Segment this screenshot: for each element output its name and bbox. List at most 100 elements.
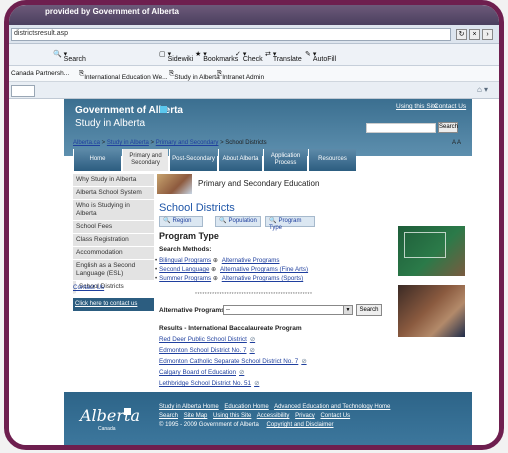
footer-row-2: Search Site Map Using this Site Accessib… xyxy=(159,413,354,419)
footer-row-3: © 1995 - 2009 Government of Alberta Copy… xyxy=(159,422,338,428)
tab-primary-secondary[interactable]: Primary and Secondary xyxy=(122,149,168,171)
result-link[interactable]: Lethbridge School District No. 51 ⊘ xyxy=(159,380,259,387)
alberta-logo: Alberta xyxy=(80,406,140,425)
page-title: School Districts xyxy=(159,202,235,214)
crumb-primary[interactable]: Primary and Secondary xyxy=(156,140,219,146)
students-group-photo xyxy=(398,285,465,337)
sidebar-item-school-system[interactable]: Alberta School System xyxy=(73,187,154,200)
site-footer: Alberta Canada Study in Alberta Home Edu… xyxy=(64,392,472,445)
methods-label: Search Methods: xyxy=(159,246,212,253)
footer-link[interactable]: Using this Site xyxy=(213,413,251,419)
toolbar-autofill[interactable]: ✎ AutoFill ▾ xyxy=(305,50,336,63)
sidebar-item-class-registration[interactable]: Class Registration xyxy=(73,234,154,247)
tab-application[interactable]: Application Process xyxy=(263,149,307,171)
footer-row-1: Study in Alberta Home Education Home Adv… xyxy=(159,404,394,410)
section-title: Program Type xyxy=(159,231,219,241)
fav-international[interactable]: ⎘ International Education We... xyxy=(79,70,168,81)
toolbar-check[interactable]: ✓ Check ▾ xyxy=(235,50,263,63)
crumb-study[interactable]: Study in Alberta xyxy=(107,140,149,146)
filter-region-button[interactable]: 🔍 Region xyxy=(159,216,203,227)
using-site-link[interactable]: Using this Site xyxy=(396,103,438,110)
magnifier-icon: 🔍 xyxy=(163,218,171,224)
sidebar-contact-link[interactable]: Contact Us xyxy=(73,284,104,291)
method-link[interactable]: Second Language xyxy=(159,266,209,273)
text-size-control[interactable]: A A xyxy=(452,140,461,146)
logo-square-icon xyxy=(160,106,167,113)
browser-window: provided by Government of Alberta distri… xyxy=(4,0,504,450)
footer-link[interactable]: Search xyxy=(159,413,178,419)
tab-resources[interactable]: Resources xyxy=(308,149,356,171)
method-link[interactable]: Bilingual Programs xyxy=(159,257,211,264)
sidebar-item-school-fees[interactable]: School Fees xyxy=(73,221,154,234)
favorites-bar: Canada Partnersh... ⎘ International Educ… xyxy=(9,66,499,82)
footer-link[interactable]: Accessibility xyxy=(257,413,290,419)
sidebar: Why Study in Alberta Alberta School Syst… xyxy=(73,174,154,294)
results-title: Results - International Baccalaureate Pr… xyxy=(159,325,302,332)
external-link-icon: ⊘ xyxy=(239,369,245,376)
sidebar-item-why-study[interactable]: Why Study in Alberta xyxy=(73,174,154,187)
alt-programs-label: Alternative Programs: xyxy=(159,307,227,314)
fav-canada[interactable]: Canada Partnersh... xyxy=(11,70,69,77)
site-search-input[interactable] xyxy=(366,123,436,133)
site-header: Government of Alberta Study in Alberta U… xyxy=(64,99,472,156)
copyright-text: © 1995 - 2009 Government of Alberta xyxy=(159,422,259,428)
toolbar-translate[interactable]: ⇄ Translate ▾ xyxy=(265,50,302,63)
refresh-icon[interactable]: ↻ xyxy=(456,29,467,40)
contact-us-button[interactable]: Click here to contact us xyxy=(73,298,154,311)
chevron-down-icon: ▼ xyxy=(343,306,352,314)
footer-link[interactable]: Privacy xyxy=(295,413,315,419)
toolbar-sidewiki[interactable]: ▢ Sidewiki ▾ xyxy=(159,50,193,63)
filter-program-type-button[interactable]: 🔍 Program Type xyxy=(265,216,315,231)
footer-link[interactable]: Advanced Education and Technology Home xyxy=(274,404,390,410)
footer-link[interactable]: Education Home xyxy=(224,404,268,410)
result-link[interactable]: Edmonton Catholic Separate School Distri… xyxy=(159,358,307,365)
classroom-photo xyxy=(398,226,465,276)
fav-intranet[interactable]: ⎘ Intranet Admin xyxy=(217,70,264,81)
fav-study[interactable]: ⎘ Study in Alberta xyxy=(169,70,220,81)
contact-link[interactable]: Contact Us xyxy=(434,103,466,110)
go-icon[interactable]: › xyxy=(482,29,493,40)
method-alt-link[interactable]: Alternative Programs (Sports) xyxy=(222,275,304,282)
toolbar-search[interactable]: 🔍 Search ▾ xyxy=(53,50,86,63)
crumb-alberta[interactable]: Alberta.ca xyxy=(73,140,100,146)
toolbar-bookmarks[interactable]: ★ Bookmarks ▾ xyxy=(195,50,238,63)
footer-link[interactable]: Study in Alberta Home xyxy=(159,404,219,410)
method-link[interactable]: Summer Programs xyxy=(159,275,211,282)
tab-about-alberta[interactable]: About Alberta xyxy=(218,149,262,171)
sidebar-item-accommodation[interactable]: Accommodation xyxy=(73,247,154,260)
alt-search-button[interactable]: Search xyxy=(356,304,382,316)
window-title: provided by Government of Alberta xyxy=(45,7,179,16)
browser-toolbar: 🔍 Search ▾ ▢ Sidewiki ▾ ★ Bookmarks ▾ ✓ … xyxy=(9,44,499,66)
method-row: • Summer Programs ⊕ Alternative Programs … xyxy=(155,275,304,282)
result-link[interactable]: Edmonton School District No. 7 ⊘ xyxy=(159,347,255,354)
filter-population-button[interactable]: 🔍 Population xyxy=(215,216,261,227)
result-link[interactable]: Red Deer Public School District ⊘ xyxy=(159,336,255,343)
hero-title: Primary and Secondary Education xyxy=(198,179,320,188)
flag-icon xyxy=(124,408,131,415)
sidebar-item-esl[interactable]: English as a Second Language (ESL) xyxy=(73,260,154,281)
url-field[interactable]: districtsresult.asp xyxy=(11,28,451,41)
sidebar-item-who-studying[interactable]: Who is Studying in Alberta xyxy=(73,200,154,221)
magnifier-icon: 🔍 xyxy=(219,218,227,224)
window-title-bar: provided by Government of Alberta xyxy=(9,5,499,25)
stop-icon[interactable]: × xyxy=(469,29,480,40)
footer-link[interactable]: Contact Us xyxy=(320,413,350,419)
result-link[interactable]: Calgary Board of Education ⊘ xyxy=(159,369,244,376)
alt-programs-select[interactable]: -- ▼ xyxy=(223,305,353,315)
command-bar: ⌂ ▾ xyxy=(9,82,499,99)
magnifier-icon: 🔍 xyxy=(269,218,277,224)
footer-link[interactable]: Site Map xyxy=(184,413,208,419)
method-row: • Second Language ⊕ Alternative Programs … xyxy=(155,266,309,273)
copyright-link[interactable]: Copyright and Disclaimer xyxy=(267,422,334,428)
site-search-button[interactable]: Search xyxy=(438,122,458,133)
separator-stars: ****************************************… xyxy=(195,292,313,298)
home-icon[interactable]: ⌂ ▾ xyxy=(477,85,488,94)
method-alt-link[interactable]: Alternative Programs xyxy=(222,257,280,264)
tab-post-secondary[interactable]: Post-Secondary xyxy=(169,149,217,171)
browser-tab[interactable] xyxy=(11,85,35,97)
main-nav: Home Primary and Secondary Post-Secondar… xyxy=(64,149,472,171)
method-alt-link[interactable]: Alternative Programs (Fine Arts) xyxy=(220,266,308,273)
method-row: • Bilingual Programs ⊕ Alternative Progra… xyxy=(155,257,280,264)
students-photo xyxy=(157,174,192,194)
tab-home[interactable]: Home xyxy=(73,149,121,171)
